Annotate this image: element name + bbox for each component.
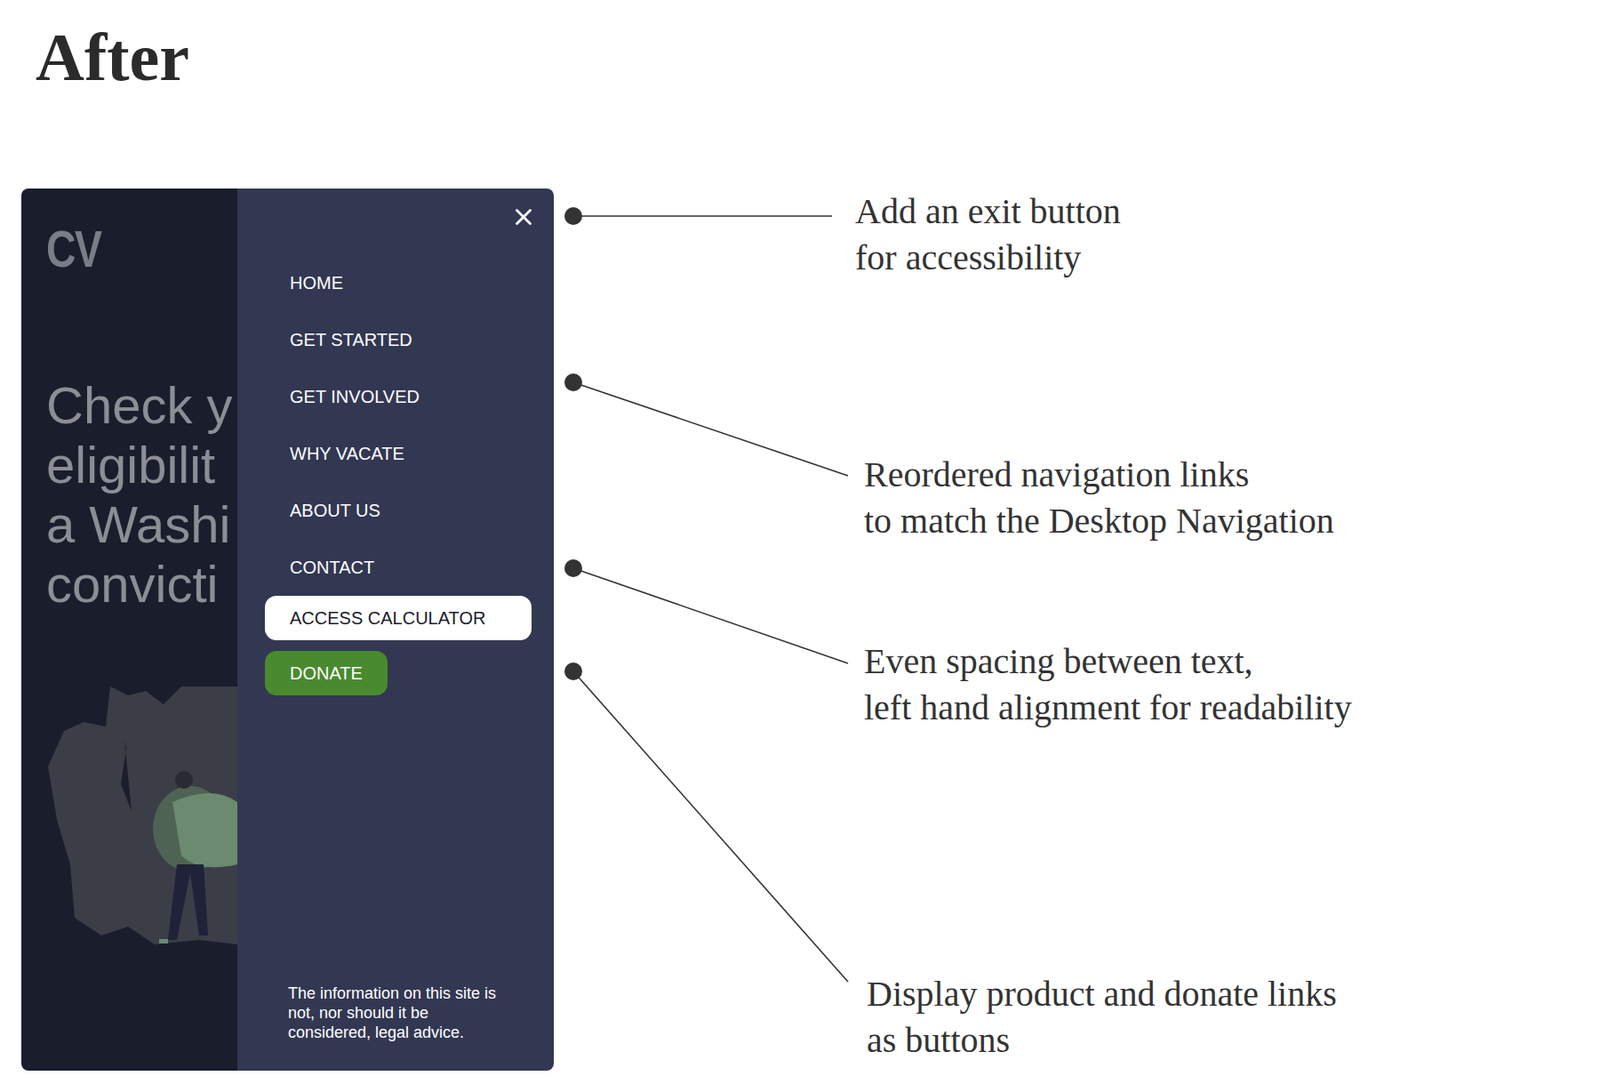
annotation-line: Add an exit button: [855, 188, 1121, 235]
annotation-line: to match the Desktop Navigation: [864, 497, 1335, 544]
annotation-pointer: [564, 373, 848, 476]
annotation-note: Display product and donate linksas butto…: [866, 970, 1337, 1064]
annotation-line: as buttons: [866, 1016, 1337, 1064]
annotation-pointer: [564, 662, 848, 982]
hero-heading: Check yeligibilita Washiconvicti: [46, 375, 238, 614]
button-group: ACCESS CALCULATOR DONATE: [237, 595, 554, 696]
logo: CV: [46, 220, 200, 278]
nav-link[interactable]: ABOUT US: [289, 497, 554, 523]
close-icon: [510, 203, 537, 231]
nav-list: HOME GET STARTED GET INVOLVED WHY VACATE ABO…: [237, 270, 554, 580]
nav-menu: HOME GET STARTED GET INVOLVED WHY VACATE ABO…: [237, 188, 554, 1071]
disclaimer: The information on this site is not, nor…: [288, 983, 502, 1042]
calculator-button[interactable]: ACCESS CALCULATOR: [264, 595, 532, 640]
annotation-line: Reordered navigation links: [864, 451, 1335, 498]
annotation-pointer: [564, 559, 848, 664]
nav-link[interactable]: CONTACT: [289, 554, 554, 580]
annotation-lines: [0, 0, 1600, 1092]
hero-heading-line: convicti: [46, 553, 238, 614]
page-title: After: [35, 23, 1600, 91]
annotation-line: Display product and donate links: [866, 970, 1337, 1017]
annotation-line: left hand alignment for readability: [864, 684, 1352, 731]
annotation-note: Even spacing between text,left hand alig…: [864, 638, 1352, 731]
hero-heading-line: eligibilit: [46, 434, 238, 495]
annotation-pointer: [564, 207, 832, 225]
nav-link[interactable]: GET STARTED: [289, 327, 554, 352]
donate-button[interactable]: DONATE: [264, 650, 388, 696]
washington-map-illustration: [21, 686, 238, 962]
nav-link[interactable]: WHY VACATE: [289, 440, 554, 466]
hero-heading-line: Check y: [46, 375, 238, 435]
annotation-note: Add an exit buttonfor accessibility: [855, 188, 1121, 281]
page: AfterCVCheck yeligibilita WashiconvictiH…: [0, 0, 1600, 1092]
hero-heading-line: a Washi: [46, 494, 238, 554]
annotation-line: Even spacing between text,: [864, 638, 1352, 685]
nav-link[interactable]: HOME: [289, 270, 554, 296]
nav-link[interactable]: GET INVOLVED: [289, 384, 554, 409]
annotation-note: Reordered navigation linksto match the D…: [864, 451, 1335, 544]
background-page: CV Check yeligibilita Washiconvicti: [21, 188, 238, 1071]
annotation-line: for accessibility: [855, 234, 1121, 281]
close-row: [237, 203, 554, 231]
mobile-menu-mockup: CV Check yeligibilita Washiconvicti HOME GE…: [21, 188, 554, 1071]
close-button[interactable]: [510, 203, 537, 231]
